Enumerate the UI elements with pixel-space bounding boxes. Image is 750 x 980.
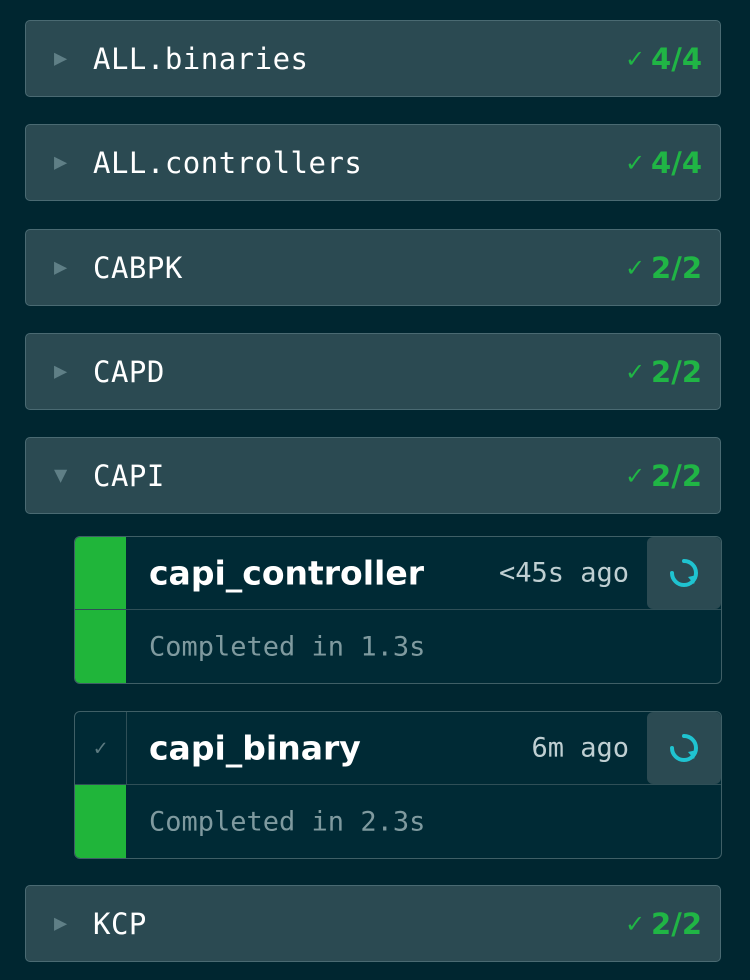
group-name: ALL.controllers [93, 145, 363, 180]
group-count: ✓ 4/4 [624, 145, 702, 180]
check-icon: ✓ [624, 148, 646, 177]
build-header: capi_controller <45s ago [75, 537, 721, 610]
group-count: ✓ 4/4 [624, 41, 702, 76]
group-count: ✓ 2/2 [624, 458, 702, 493]
rerun-icon [670, 734, 698, 762]
rerun-button[interactable] [647, 712, 721, 784]
group-count: ✓ 2/2 [624, 250, 702, 285]
group-all-binaries[interactable]: ▶ ALL.binaries ✓ 4/4 [25, 20, 721, 97]
build-name: capi_controller [149, 553, 424, 593]
group-name: CABPK [93, 250, 183, 285]
group-all-controllers[interactable]: ▶ ALL.controllers ✓ 4/4 [25, 124, 721, 201]
group-name: KCP [93, 906, 147, 941]
check-icon: ✓ [624, 909, 646, 938]
build-status: Completed in 2.3s [149, 806, 426, 837]
triangle-right-icon: ▶ [54, 149, 68, 175]
check-icon: ✓ [624, 461, 646, 490]
triangle-right-icon: ▶ [54, 910, 68, 936]
triangle-right-icon: ▶ [54, 254, 68, 280]
rerun-button[interactable] [647, 537, 721, 609]
status-bar [75, 537, 126, 609]
build-card-capi-controller[interactable]: capi_controller <45s ago Completed in 1.… [74, 536, 722, 684]
build-status-row: Completed in 1.3s [75, 610, 721, 683]
build-card-capi-binary[interactable]: ✓ capi_binary 6m ago Completed in 2.3s [74, 711, 722, 859]
group-count: ✓ 2/2 [624, 906, 702, 941]
check-icon: ✓ [624, 44, 646, 73]
build-time-ago: 6m ago [531, 732, 629, 764]
status-bar [75, 610, 126, 683]
build-name: capi_binary [149, 728, 361, 768]
rerun-icon [670, 559, 698, 587]
triangle-right-icon: ▶ [54, 358, 68, 384]
triangle-down-icon: ▼ [54, 462, 68, 488]
group-count: ✓ 2/2 [624, 354, 702, 389]
group-capd[interactable]: ▶ CAPD ✓ 2/2 [25, 333, 721, 410]
check-icon: ✓ [624, 253, 646, 282]
build-status-row: Completed in 2.3s [75, 785, 721, 858]
check-icon: ✓ [624, 357, 646, 386]
triangle-right-icon: ▶ [54, 45, 68, 71]
group-kcp[interactable]: ▶ KCP ✓ 2/2 [25, 885, 721, 962]
group-capi[interactable]: ▼ CAPI ✓ 2/2 [25, 437, 721, 514]
build-status: Completed in 1.3s [149, 631, 426, 662]
build-header: ✓ capi_binary 6m ago [75, 712, 721, 785]
group-name: CAPI [93, 458, 165, 493]
group-cabpk[interactable]: ▶ CABPK ✓ 2/2 [25, 229, 721, 306]
status-bar [75, 785, 126, 858]
build-time-ago: <45s ago [498, 557, 629, 589]
group-name: ALL.binaries [93, 41, 309, 76]
check-icon: ✓ [75, 712, 127, 784]
group-name: CAPD [93, 354, 165, 389]
